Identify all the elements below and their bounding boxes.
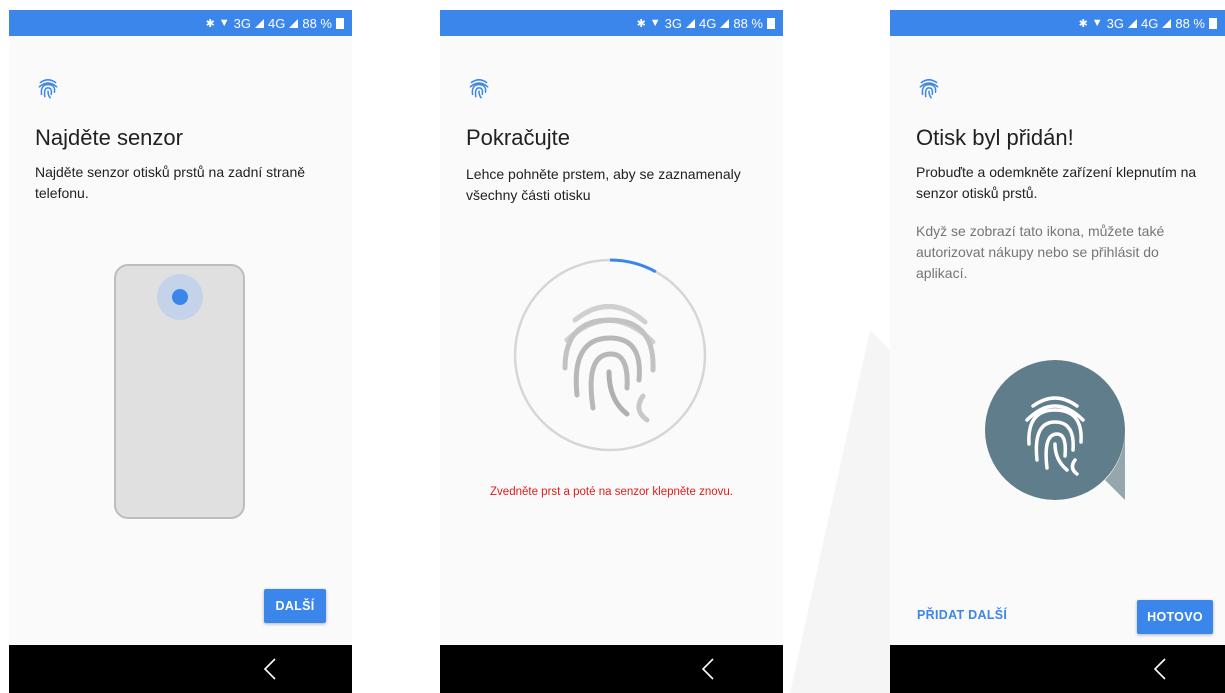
signal-icon bbox=[1162, 18, 1172, 28]
bluetooth-icon: ✱ bbox=[636, 17, 646, 30]
phone-illustration bbox=[114, 264, 245, 519]
fingerprint-icon bbox=[919, 79, 939, 99]
status-bar: ✱ ▼ 3G 4G 88 % bbox=[440, 10, 783, 36]
nav-bar bbox=[9, 645, 352, 693]
status-bar: ✱ ▼ 3G 4G 88 % bbox=[890, 10, 1225, 36]
signal-icon bbox=[686, 18, 696, 28]
bluetooth-icon: ✱ bbox=[1078, 17, 1088, 30]
network-3g: 3G bbox=[233, 15, 252, 31]
back-icon[interactable] bbox=[260, 654, 280, 684]
battery-icon bbox=[336, 17, 344, 29]
nav-bar bbox=[440, 645, 783, 693]
bluetooth-icon: ✱ bbox=[205, 17, 215, 30]
wifi-icon: ▼ bbox=[1091, 17, 1103, 29]
back-icon[interactable] bbox=[1150, 654, 1170, 684]
screen-continue: ✱ ▼ 3G 4G 88 % Pokračujte Lehce pohněte … bbox=[440, 10, 783, 693]
sensor-dot bbox=[172, 289, 188, 305]
add-more-button[interactable]: PŘIDAT DALŠÍ bbox=[917, 608, 1007, 622]
signal-icon bbox=[1128, 18, 1138, 28]
network-3g: 3G bbox=[664, 15, 683, 31]
screen-fingerprint-added: ✱ ▼ 3G 4G 88 % Otisk byl přidán! Probuďt… bbox=[890, 10, 1225, 693]
fingerprint-large-icon bbox=[562, 304, 656, 423]
network-3g: 3G bbox=[1106, 15, 1125, 31]
battery-percent: 88 % bbox=[302, 15, 332, 31]
battery-icon bbox=[767, 17, 775, 29]
fingerprint-icon bbox=[469, 79, 489, 99]
page-title: Otisk byl přidán! bbox=[916, 125, 1074, 150]
error-message: Zvedněte prst a poté na senzor klepněte … bbox=[490, 486, 733, 498]
done-button[interactable]: HOTOVO bbox=[1137, 600, 1213, 634]
secondary-description: Když se zobrazí tato ikona, můžete také … bbox=[916, 223, 1165, 281]
page-description: Lehce pohněte prstem, aby se zaznamenaly… bbox=[466, 166, 741, 203]
battery-icon bbox=[1209, 17, 1217, 29]
page-description: Najděte senzor otisků prstů na zadní str… bbox=[35, 164, 306, 201]
signal-icon bbox=[720, 18, 730, 28]
network-4g: 4G bbox=[1141, 15, 1159, 31]
network-4g: 4G bbox=[699, 15, 717, 31]
sensor-location-indicator bbox=[157, 274, 203, 320]
wifi-icon: ▼ bbox=[649, 17, 661, 29]
enrollment-progress-ring bbox=[513, 258, 707, 452]
status-bar: ✱ ▼ 3G 4G 88 % bbox=[9, 10, 352, 36]
fingerprint-success-icon bbox=[985, 360, 1125, 500]
page-description: Probuďte a odemkněte zařízení klepnutím … bbox=[916, 164, 1197, 201]
back-icon[interactable] bbox=[698, 654, 718, 684]
wifi-icon: ▼ bbox=[218, 17, 230, 29]
network-4g: 4G bbox=[268, 15, 286, 31]
signal-icon bbox=[289, 18, 299, 28]
battery-percent: 88 % bbox=[733, 15, 763, 31]
signal-icon bbox=[255, 18, 265, 28]
page-title: Pokračujte bbox=[466, 125, 570, 150]
page-title: Najděte senzor bbox=[35, 125, 183, 150]
screen-find-sensor: ✱ ▼ 3G 4G 88 % Najděte senzor Najděte se… bbox=[9, 10, 352, 693]
battery-percent: 88 % bbox=[1175, 15, 1205, 31]
fingerprint-icon bbox=[38, 79, 58, 99]
nav-bar bbox=[890, 645, 1225, 693]
next-button[interactable]: DALŠÍ bbox=[264, 589, 326, 623]
